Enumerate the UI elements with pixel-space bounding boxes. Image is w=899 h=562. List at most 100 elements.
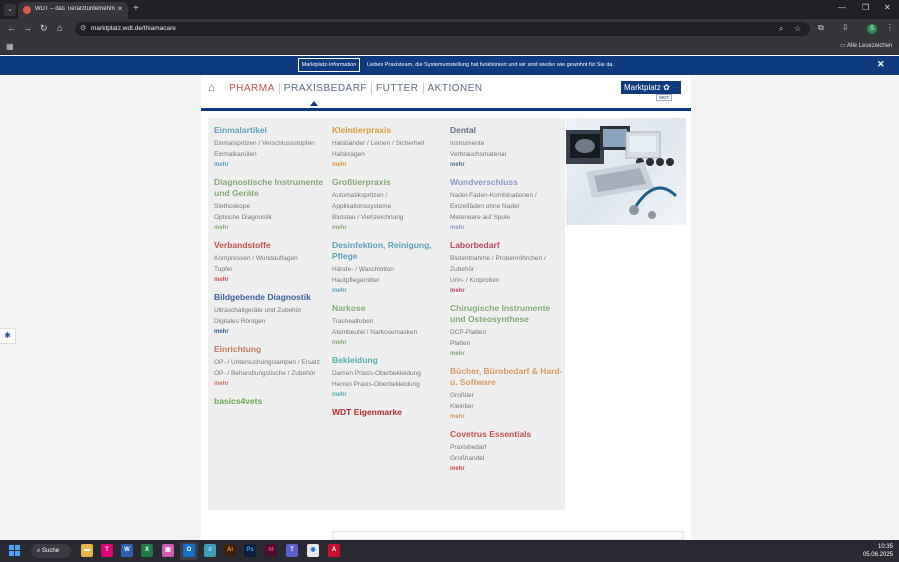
reload-icon[interactable]: ↻: [40, 23, 48, 34]
acrobat-icon[interactable]: A: [328, 544, 340, 557]
category-title-bücher-bürobedarf-hard-u-software[interactable]: Bücher, Bürobedarf & Hard- u. Software: [450, 366, 565, 388]
tab-close-icon[interactable]: ✕: [117, 5, 123, 13]
category-title-kleintierpraxis[interactable]: Kleintierpraxis: [332, 125, 447, 136]
subcategory-link[interactable]: Hände- / Waschlotion: [332, 264, 447, 275]
subcategory-link[interactable]: OP- / Untersuchungslampen / Ersatz: [214, 357, 329, 368]
file-explorer-icon[interactable]: ▬: [81, 544, 93, 557]
more-link[interactable]: mehr: [214, 379, 329, 389]
subcategory-link[interactable]: Optische Diagnostik: [214, 212, 329, 223]
subcategory-link[interactable]: Urin- / Kotproben: [450, 275, 565, 286]
teams-icon[interactable]: T: [286, 544, 298, 557]
more-link[interactable]: mehr: [450, 412, 565, 422]
subcategory-link[interactable]: Einmalkanülen: [214, 149, 329, 160]
forward-icon[interactable]: →: [23, 23, 32, 33]
telekom-icon[interactable]: T: [101, 544, 113, 557]
more-link[interactable]: mehr: [450, 286, 565, 296]
category-title-narkose[interactable]: Narkose: [332, 303, 447, 314]
nav-praxisbedarf[interactable]: PRAXISBEDARF: [278, 83, 371, 94]
category-title-diagnostische-instrumente-und-geräte[interactable]: Diagnostische Instrumente und Geräte: [214, 177, 329, 199]
more-link[interactable]: mehr: [450, 464, 565, 474]
accessibility-widget-icon[interactable]: ✱: [0, 328, 16, 344]
extensions-icon[interactable]: ⧉: [818, 23, 824, 33]
category-title-wdt-eigenmarke[interactable]: WDT Eigenmarke: [332, 407, 447, 418]
subcategory-link[interactable]: Ultraschallgeräte und Zubehör: [214, 305, 329, 316]
new-tab-icon[interactable]: +: [133, 3, 139, 14]
subcategory-link[interactable]: Atembeutel / Narkosemasken: [332, 327, 447, 338]
more-link[interactable]: mehr: [332, 390, 447, 400]
close-banner-icon[interactable]: ✕: [877, 59, 885, 70]
subcategory-link[interactable]: Tupfer: [214, 264, 329, 275]
nav-futter[interactable]: FUTTER: [371, 83, 422, 94]
chrome-icon[interactable]: ◉: [307, 544, 319, 557]
more-link[interactable]: mehr: [450, 160, 565, 170]
subcategory-link[interactable]: Digitales Röntgen: [214, 316, 329, 327]
illustrator-icon[interactable]: Ai: [224, 544, 236, 557]
subcategory-link[interactable]: DCP-Platten: [450, 327, 565, 338]
subcategory-link[interactable]: Instrumente: [450, 138, 565, 149]
category-title-einmalartikel[interactable]: Einmalartikel: [214, 125, 329, 136]
word-icon[interactable]: W: [121, 544, 133, 557]
back-icon[interactable]: ←: [7, 23, 16, 33]
outlook-icon[interactable]: O: [183, 544, 195, 557]
subcategory-link[interactable]: Kompressen / Wundauflagen: [214, 253, 329, 264]
more-link[interactable]: mehr: [332, 223, 447, 233]
subcategory-link[interactable]: Großtier: [450, 390, 565, 401]
nav-pharma[interactable]: PHARMA: [225, 83, 279, 94]
category-title-wundverschluss[interactable]: Wundverschluss: [450, 177, 565, 188]
subcategory-link[interactable]: Damen Praxis-Oberbekleidung: [332, 368, 447, 379]
category-title-verbandstoffe[interactable]: Verbandstoffe: [214, 240, 329, 251]
category-title-basics4vets[interactable]: basics4vets: [214, 396, 329, 407]
subcategory-link[interactable]: Blutstau / Viehzeichnung: [332, 212, 447, 223]
marktplatz-logo[interactable]: Marktplatz ✿: [621, 81, 681, 94]
minimize-icon[interactable]: —: [838, 3, 846, 12]
subcategory-link[interactable]: Meterware auf Spule: [450, 212, 565, 223]
nav-aktionen[interactable]: AKTIONEN: [422, 83, 487, 94]
indesign-icon[interactable]: Id: [265, 544, 277, 557]
subcategory-link[interactable]: Automatikspritzen / Applikationssysteme: [332, 190, 447, 212]
category-title-laborbedarf[interactable]: Laborbedarf: [450, 240, 565, 251]
taskbar-search[interactable]: ⌕ Suche: [31, 544, 71, 558]
more-link[interactable]: mehr: [332, 286, 447, 296]
subcategory-link[interactable]: Hautpflegemittel: [332, 275, 447, 286]
tab-search-icon[interactable]: ⌄: [4, 4, 16, 16]
window-close-icon[interactable]: ✕: [884, 3, 891, 12]
category-title-covetrus-essentials[interactable]: Covetrus Essentials: [450, 429, 565, 440]
zoom-icon[interactable]: ⌕: [779, 24, 783, 34]
all-bookmarks-folder[interactable]: ▭ Alle Lesezeichen: [840, 42, 892, 49]
category-title-desinfektion-reinigung-pflege[interactable]: Desinfektion, Reinigung, Pflege: [332, 240, 447, 262]
category-title-dental[interactable]: Dental: [450, 125, 565, 136]
more-link[interactable]: mehr: [214, 160, 329, 170]
bookmark-star-icon[interactable]: ☆: [794, 24, 801, 33]
subcategory-link[interactable]: Trachealtuben: [332, 316, 447, 327]
more-link[interactable]: mehr: [214, 275, 329, 285]
restore-icon[interactable]: ❐: [862, 3, 869, 12]
subcategory-link[interactable]: Stethoskope: [214, 201, 329, 212]
more-link[interactable]: mehr: [450, 223, 565, 233]
profile-avatar[interactable]: S: [867, 24, 877, 34]
downloads-icon[interactable]: ⇩: [842, 23, 849, 32]
browser-tab[interactable]: WDT – das Tierarztuntemehmen ✕: [18, 2, 128, 19]
excel-icon[interactable]: X: [141, 544, 153, 557]
apps-grid-icon[interactable]: ▦: [6, 42, 14, 51]
marktplatz-info-button[interactable]: Marktplatz-Information: [298, 58, 360, 72]
subcategory-link[interactable]: Praxisbedarf: [450, 442, 565, 453]
subcategory-link[interactable]: Kleintier: [450, 401, 565, 412]
subcategory-link[interactable]: Halskragen: [332, 149, 447, 160]
home-icon[interactable]: ⌂: [208, 82, 215, 94]
system-clock[interactable]: 10:35 05.06.2025: [835, 543, 893, 559]
subcategory-link[interactable]: Platten: [450, 338, 565, 349]
subcategory-link[interactable]: Blutentnahme / Probenröhrchen / Zubehör: [450, 253, 565, 275]
subcategory-link[interactable]: Einmalspritzen / Verschlussstopfen: [214, 138, 329, 149]
more-link[interactable]: mehr: [214, 223, 329, 233]
more-link[interactable]: mehr: [214, 327, 329, 337]
subcategory-link[interactable]: Herren Praxis-Oberbekleidung: [332, 379, 447, 390]
more-link[interactable]: mehr: [450, 349, 565, 359]
subcategory-link[interactable]: OP- / Behandlungstische / Zubehör: [214, 368, 329, 379]
photoshop-icon[interactable]: Ps: [244, 544, 256, 557]
category-title-großtierpraxis[interactable]: Großtierpraxis: [332, 177, 447, 188]
subcategory-link[interactable]: Halsbänder / Leinen / Sicherheit: [332, 138, 447, 149]
more-link[interactable]: mehr: [332, 338, 447, 348]
subcategory-link[interactable]: Verbrauchsmaterial: [450, 149, 565, 160]
photos-icon[interactable]: ▣: [162, 544, 174, 557]
category-title-bildgebende-diagnostik[interactable]: Bildgebende Diagnostik: [214, 292, 329, 303]
